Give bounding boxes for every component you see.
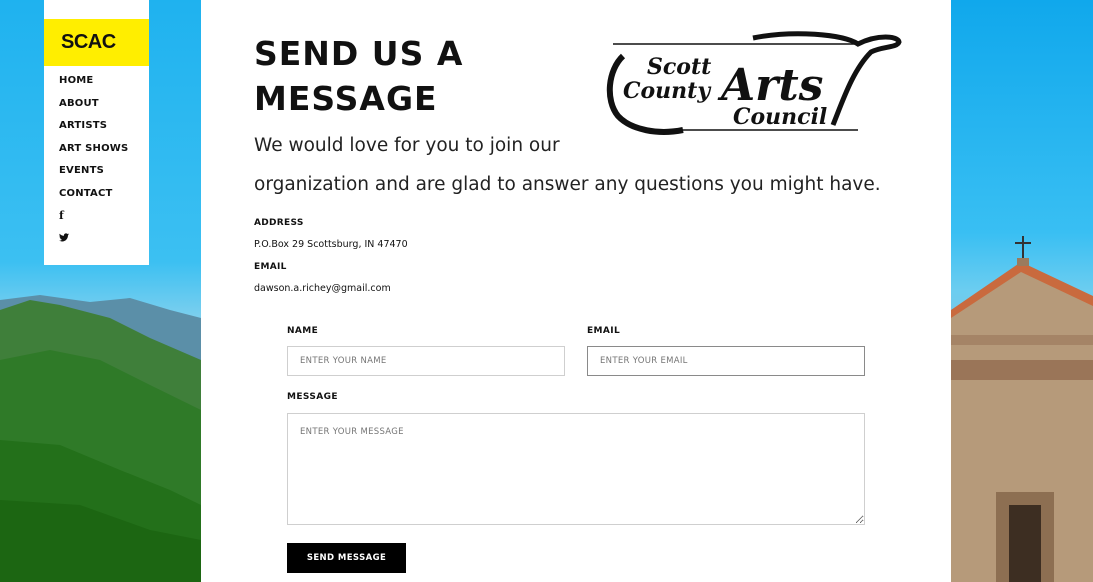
email-info-value[interactable]: dawson.a.richey@gmail.com [254,278,408,300]
send-message-button[interactable]: SEND MESSAGE [287,543,406,573]
logo-word-scott: Scott [647,54,711,80]
name-input[interactable] [287,346,565,376]
email-input[interactable] [587,346,865,376]
main-content: SEND US A MESSAGE Scott County Arts Coun… [201,0,951,582]
address-label: ADDRESS [254,218,304,228]
sidebar-nav: SCAC HOME ABOUT ARTISTS ART SHOWS EVENTS… [44,0,149,265]
nav-item-contact[interactable]: CONTACT [59,183,149,206]
contact-info: ADDRESS P.O.Box 29 Scottsburg, IN 47470 … [254,212,408,300]
twitter-bird-glyph [59,232,69,241]
nav-list: HOME ABOUT ARTISTS ART SHOWS EVENTS CONT… [44,66,149,250]
email-info-label: EMAIL [254,262,287,272]
background-right-church [951,0,1093,582]
logo-word-county: County [623,78,712,104]
name-label: NAME [287,326,319,336]
brand-logo[interactable]: SCAC [44,19,149,66]
nav-item-events[interactable]: EVENTS [59,160,149,183]
facebook-icon[interactable]: f [59,205,149,228]
nav-item-home[interactable]: HOME [59,70,149,93]
email-label: EMAIL [587,326,621,336]
nav-item-art-shows[interactable]: ART SHOWS [59,138,149,161]
nav-item-about[interactable]: ABOUT [59,93,149,116]
church-building [951,0,1093,582]
intro-line-2: organization and are glad to answer any … [254,174,881,195]
message-label: MESSAGE [287,392,338,402]
twitter-icon[interactable] [59,228,149,251]
intro-text: We would love for you to join our organi… [254,126,894,204]
address-value: P.O.Box 29 Scottsburg, IN 47470 [254,239,408,250]
nav-item-artists[interactable]: ARTISTS [59,115,149,138]
page-title: SEND US A MESSAGE [254,34,464,118]
message-textarea[interactable] [287,413,865,525]
intro-line-1: We would love for you to join our [254,135,560,156]
